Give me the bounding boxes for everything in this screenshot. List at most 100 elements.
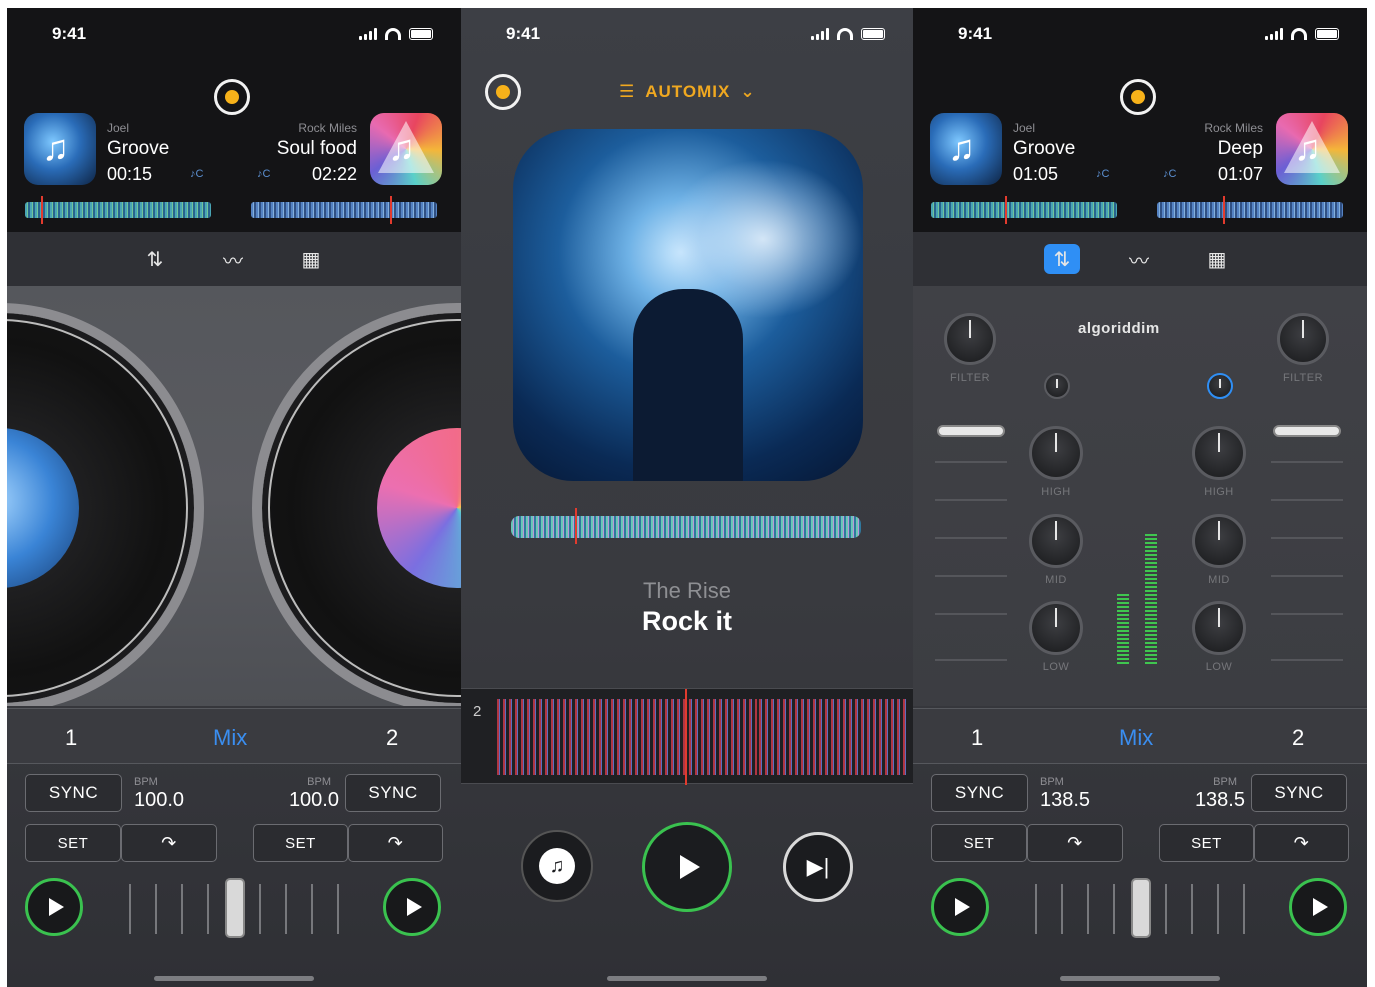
left-sync-button[interactable]: SYNC <box>25 774 122 812</box>
music-library-button[interactable]: ♫ <box>521 830 593 902</box>
turntables <box>7 286 461 706</box>
left-mid-knob[interactable] <box>1029 514 1083 568</box>
right-play-button[interactable] <box>1289 878 1347 936</box>
album-cover <box>513 129 863 481</box>
deck-a-overview-waveform[interactable] <box>931 202 1117 218</box>
left-low-label: LOW <box>1042 661 1070 673</box>
deck-a-artwork[interactable]: ♫ <box>24 113 96 185</box>
left-cue-jump-icon[interactable]: ↷ <box>121 824 217 862</box>
track-waveform[interactable] <box>511 516 861 538</box>
waveform-icon[interactable]: 〰 <box>218 244 248 274</box>
record-button[interactable] <box>214 79 250 115</box>
left-play-button[interactable] <box>931 878 989 936</box>
left-play-button[interactable] <box>25 878 83 936</box>
zoom-level[interactable]: 2 <box>473 703 481 720</box>
automix-label: AUTOMIX <box>645 82 731 101</box>
left-high-label: HIGH <box>1041 486 1071 498</box>
deck-b-title: Soul food <box>276 138 357 159</box>
right-mid-knob[interactable] <box>1192 514 1246 568</box>
deck-a-playhead <box>1005 196 1007 224</box>
zoomed-waveform[interactable]: 2 <box>461 688 913 785</box>
deck-a-title: Groove <box>107 138 170 159</box>
left-fader-handle[interactable] <box>937 425 1005 437</box>
deck-1-label[interactable]: 1 <box>971 725 983 751</box>
record-button[interactable] <box>485 74 521 110</box>
grid-icon[interactable]: ▦ <box>1202 244 1232 274</box>
mixer-icon[interactable]: ⇅ <box>1044 244 1080 274</box>
automix-icon: ☰ <box>619 82 636 101</box>
crossfader-handle[interactable] <box>225 878 245 938</box>
left-bpm-value[interactable]: 100.0 <box>134 789 184 812</box>
signal-icon <box>811 28 829 40</box>
left-cue-jump-icon[interactable]: ↷ <box>1027 824 1123 862</box>
deck-a-platter[interactable] <box>7 303 204 706</box>
music-note-icon: ♫ <box>948 127 975 168</box>
right-mid-label: MID <box>1208 574 1230 586</box>
deck-b-time: 02:22 <box>311 164 357 184</box>
deck-2-label[interactable]: 2 <box>1292 725 1304 751</box>
left-level-meter <box>1117 594 1129 664</box>
right-cue-jump-icon[interactable]: ↷ <box>348 824 443 862</box>
status-time: 9:41 <box>52 24 87 43</box>
deck-b-artwork[interactable]: ♫ <box>1276 113 1348 185</box>
right-channel-fader[interactable] <box>1271 423 1343 663</box>
right-low-knob[interactable] <box>1192 601 1246 655</box>
right-high-knob[interactable] <box>1192 426 1246 480</box>
crossfader-handle[interactable] <box>1131 878 1151 938</box>
right-trim-knob[interactable] <box>1207 373 1233 399</box>
status-time: 9:41 <box>958 24 993 43</box>
left-bpm-value[interactable]: 138.5 <box>1040 789 1090 812</box>
mix-label[interactable]: Mix <box>213 725 247 751</box>
right-play-button[interactable] <box>383 878 441 936</box>
deck-b-time: 01:07 <box>1217 164 1263 184</box>
crossfader[interactable] <box>1035 878 1249 944</box>
deck-b-overview-waveform[interactable] <box>1157 202 1343 218</box>
right-set-cue-button[interactable]: SET <box>1159 824 1254 862</box>
left-set-cue-button[interactable]: SET <box>931 824 1027 862</box>
phone-decks: 9:41 ♫ Joel Groove 00:15 ♪C ♫ Rock Miles… <box>7 8 461 987</box>
deck-a-artwork[interactable]: ♫ <box>930 113 1002 185</box>
deck-b-overview-waveform[interactable] <box>251 202 437 218</box>
automix-menu[interactable]: ☰ AUTOMIX ⌄ <box>619 82 756 102</box>
right-set-cue-button[interactable]: SET <box>253 824 348 862</box>
track-artist: The Rise <box>642 578 732 603</box>
right-sync-button[interactable]: SYNC <box>345 774 441 812</box>
left-filter-knob[interactable] <box>944 313 996 365</box>
waveform-icon[interactable]: 〰 <box>1124 244 1154 274</box>
deck-a-title: Groove <box>1013 138 1076 159</box>
right-bpm-value[interactable]: 100.0 <box>289 789 339 812</box>
crossfader[interactable] <box>129 878 343 944</box>
left-channel-fader[interactable] <box>935 423 1007 663</box>
right-filter-knob[interactable] <box>1277 313 1329 365</box>
right-cue-jump-icon[interactable]: ↷ <box>1254 824 1349 862</box>
right-sync-button[interactable]: SYNC <box>1251 774 1347 812</box>
left-high-knob[interactable] <box>1029 426 1083 480</box>
deck-b-key: ♪C <box>257 168 271 180</box>
skip-next-button[interactable]: ▶| <box>783 832 853 902</box>
deck-a-artist: Joel <box>107 121 130 135</box>
right-bpm-value[interactable]: 138.5 <box>1195 789 1245 812</box>
left-trim-knob[interactable] <box>1044 373 1070 399</box>
play-button[interactable] <box>642 822 732 912</box>
deck-a-playhead <box>41 196 43 224</box>
deck-a-key: ♪C <box>1096 168 1110 180</box>
battery-icon <box>409 28 433 40</box>
deck-b-artwork[interactable]: ♫ <box>370 113 442 185</box>
record-button[interactable] <box>1120 79 1156 115</box>
right-fader-handle[interactable] <box>1273 425 1341 437</box>
deck-b-label <box>377 428 461 588</box>
left-set-cue-button[interactable]: SET <box>25 824 121 862</box>
deck-b-playhead <box>1223 196 1225 224</box>
deck-2-label[interactable]: 2 <box>386 725 398 751</box>
deck-b-platter[interactable] <box>252 303 461 706</box>
mix-label[interactable]: Mix <box>1119 725 1153 751</box>
left-low-knob[interactable] <box>1029 601 1083 655</box>
status-bar: 9:41 <box>461 8 913 60</box>
mixer-icon[interactable]: ⇅ <box>140 244 170 274</box>
left-sync-button[interactable]: SYNC <box>931 774 1028 812</box>
play-icon <box>48 898 64 916</box>
deck-1-label[interactable]: 1 <box>65 725 77 751</box>
grid-icon[interactable]: ▦ <box>296 244 326 274</box>
status-bar: 9:41 <box>7 8 461 60</box>
deck-a-overview-waveform[interactable] <box>25 202 211 218</box>
